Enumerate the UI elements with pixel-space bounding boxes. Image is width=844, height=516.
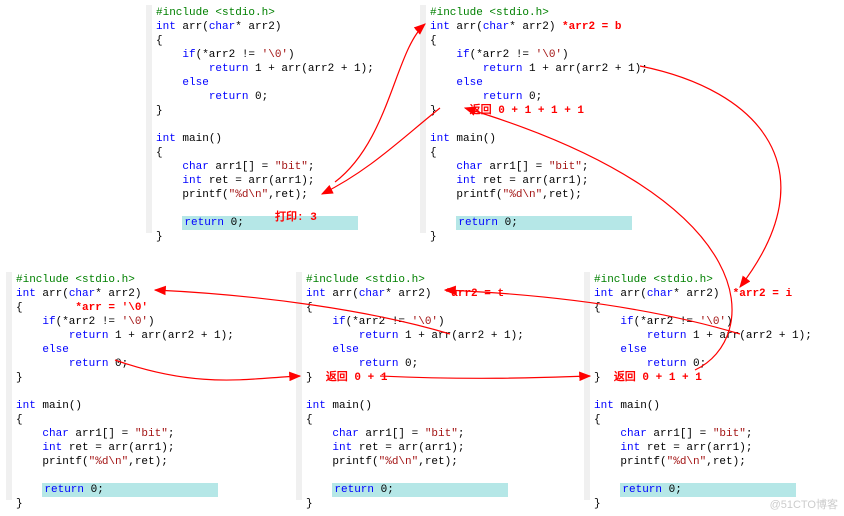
- code-block-4: #include <stdio.h> int arr(char* arr2) *…: [306, 273, 524, 511]
- note-print-3: 打印: 3: [275, 208, 317, 224]
- code-block-5: #include <stdio.h> int arr(char* arr2) *…: [594, 273, 812, 511]
- watermark: @51CTO博客: [770, 496, 838, 512]
- include: #include <stdio.h>: [156, 7, 275, 19]
- code-block-1: #include <stdio.h> int arr(char* arr2) {…: [156, 6, 374, 244]
- code-block-2: #include <stdio.h> int arr(char* arr2) *…: [430, 6, 648, 244]
- code-block-3: #include <stdio.h> int arr(char* arr2) {…: [16, 273, 234, 511]
